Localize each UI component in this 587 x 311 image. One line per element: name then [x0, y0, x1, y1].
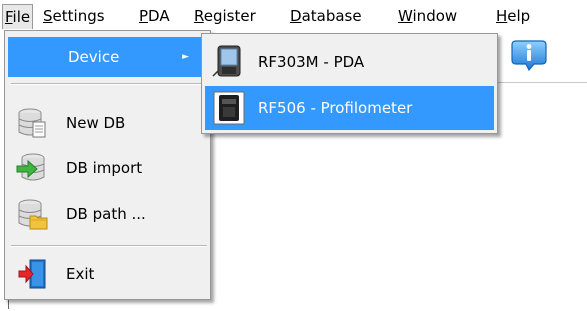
menu-item-db-path[interactable]: DB path ...	[8, 194, 207, 234]
menu-window[interactable]: Window	[398, 6, 457, 26]
menu-register-rest: egister	[203, 7, 256, 25]
menu-item-db-import[interactable]: DB import	[8, 148, 207, 188]
menu-help-accel: H	[496, 7, 508, 25]
menu-bar: File Settings PDA Register Database Wind…	[0, 0, 587, 29]
db-import-icon	[16, 152, 48, 184]
menu-window-accel: W	[398, 7, 413, 25]
menu-item-exit[interactable]: Exit	[8, 254, 207, 294]
file-menu-dropdown: Device ► New DB DB import DB path ... Ex…	[4, 30, 211, 300]
submenu-item-rf303m[interactable]: RF303M - PDA	[205, 40, 494, 84]
menu-item-device-label: Device	[68, 48, 120, 66]
menu-register[interactable]: Register	[194, 6, 256, 26]
submenu-item-rf303m-label: RF303M - PDA	[258, 53, 365, 71]
menu-settings-accel: S	[43, 7, 53, 25]
menu-register-accel: R	[194, 7, 204, 25]
menu-item-new-db[interactable]: New DB	[8, 103, 207, 143]
info-icon[interactable]	[510, 38, 548, 72]
menu-database[interactable]: Database	[290, 6, 362, 26]
menu-item-device[interactable]: Device ►	[8, 37, 207, 77]
menu-item-db-import-label: DB import	[66, 159, 143, 177]
menu-pda[interactable]: PDA	[139, 6, 170, 26]
menu-database-rest: atabase	[301, 7, 362, 25]
menu-file-rest: ile	[12, 8, 31, 26]
new-db-icon	[16, 107, 48, 139]
menu-file-accel: F	[5, 8, 13, 26]
menu-item-db-path-label: DB path ...	[66, 205, 146, 223]
menu-database-accel: D	[290, 7, 302, 25]
device-submenu: RF303M - PDA RF506 - Profilometer	[201, 33, 498, 134]
menu-separator	[11, 245, 207, 247]
submenu-arrow-icon: ►	[182, 52, 189, 62]
submenu-item-rf506-label: RF506 - Profilometer	[258, 99, 413, 117]
menu-separator	[11, 83, 207, 85]
submenu-item-rf506[interactable]: RF506 - Profilometer	[205, 86, 494, 130]
menu-settings-rest: ettings	[52, 7, 105, 25]
menu-window-rest: indow	[412, 7, 458, 25]
menu-item-exit-label: Exit	[66, 265, 95, 283]
menu-settings[interactable]: Settings	[43, 6, 105, 26]
menu-pda-accel: P	[139, 7, 149, 25]
menu-pda-rest: DA	[148, 7, 170, 25]
menu-item-new-db-label: New DB	[66, 114, 126, 132]
profilometer-icon	[211, 90, 247, 126]
menu-help-rest: elp	[507, 7, 531, 25]
menu-file[interactable]: File	[2, 4, 34, 29]
pda-icon	[211, 44, 247, 80]
db-path-icon	[16, 198, 48, 230]
menu-help[interactable]: Help	[496, 6, 530, 26]
exit-icon	[16, 258, 48, 290]
